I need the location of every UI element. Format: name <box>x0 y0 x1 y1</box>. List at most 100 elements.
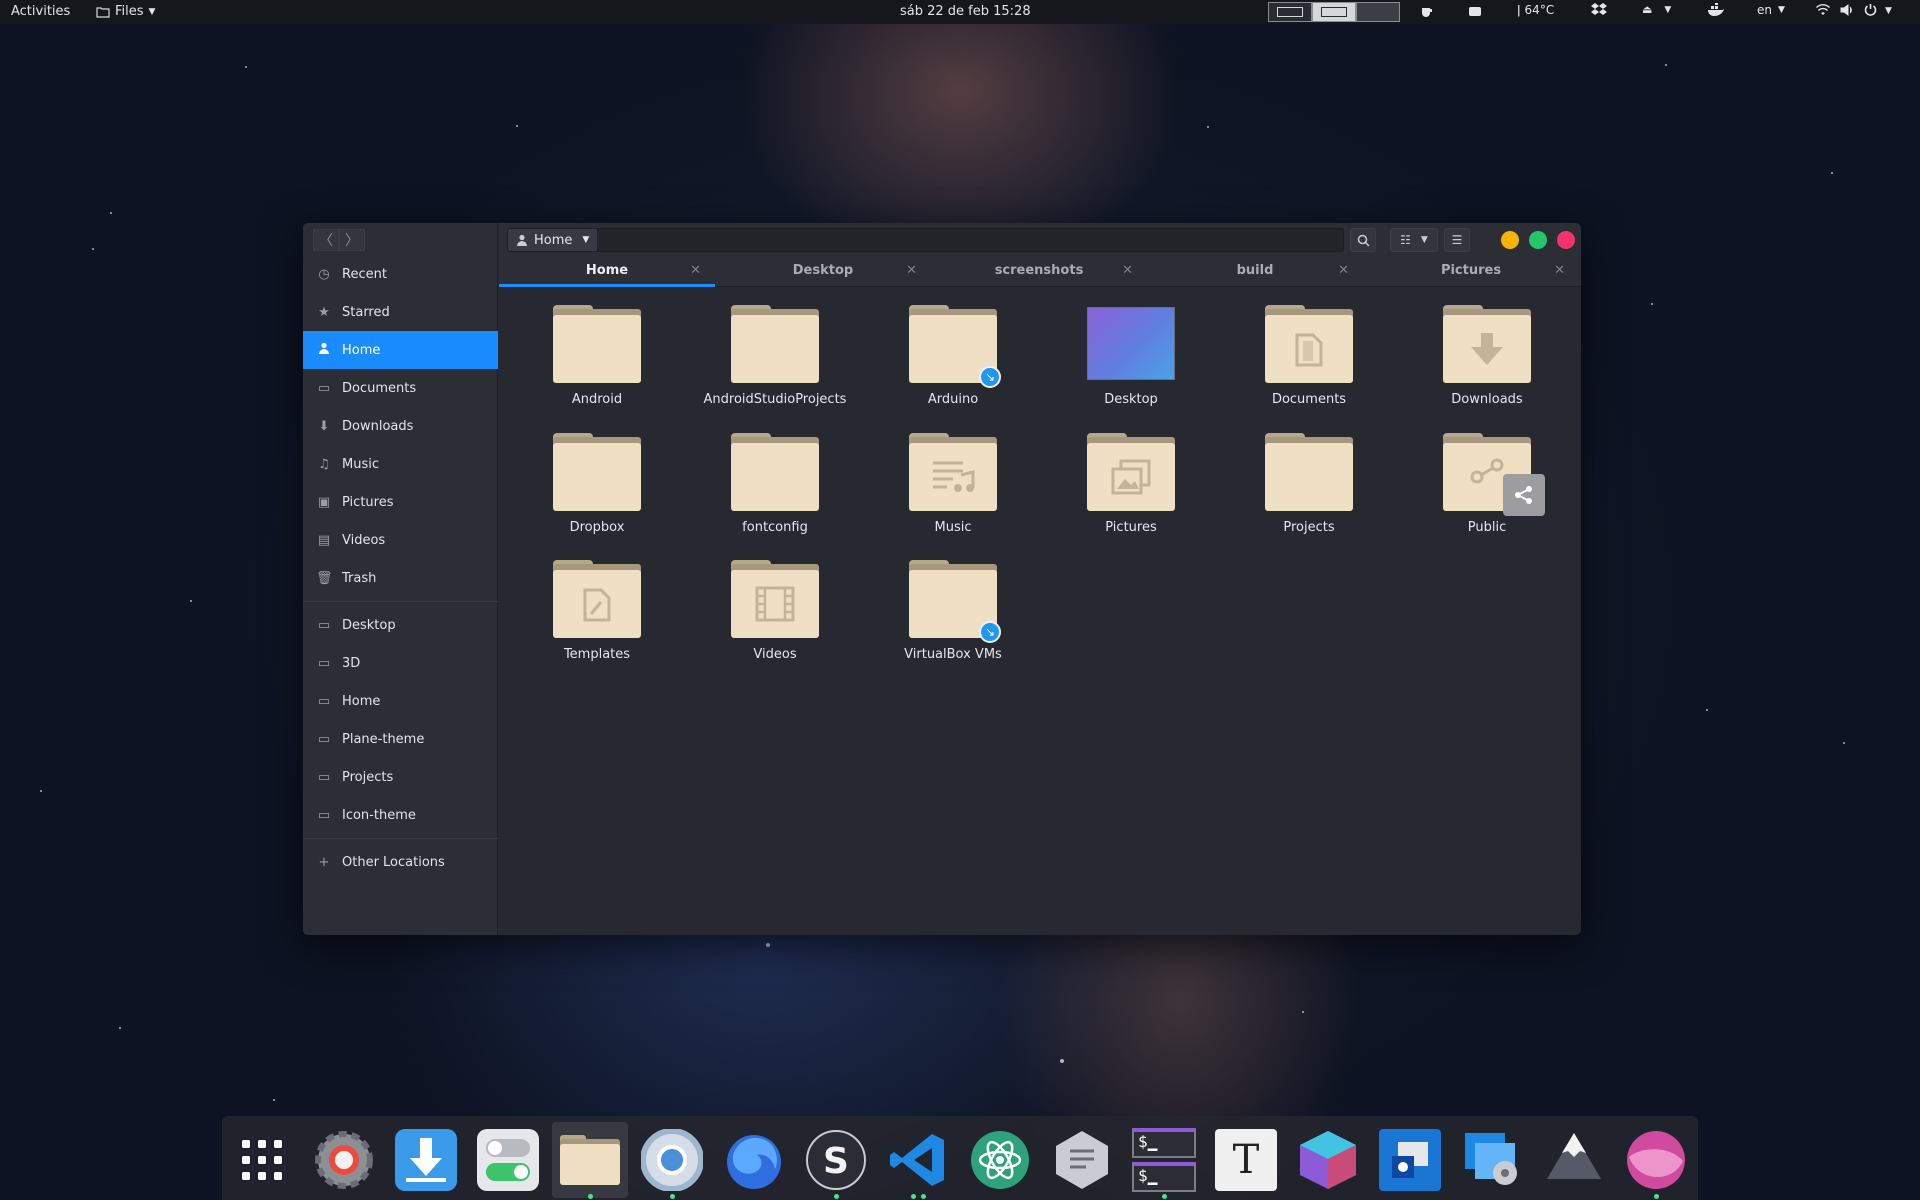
workspace-switcher[interactable] <box>1268 2 1400 22</box>
sidebar-item-bookmark-home[interactable]: ▭ Home <box>303 682 498 720</box>
tab-label: Home <box>585 263 629 278</box>
close-icon[interactable]: ✕ <box>690 263 701 278</box>
activities-button[interactable]: Activities <box>11 4 70 19</box>
chevron-down-icon: ▼ <box>1420 235 1428 245</box>
file-label: Dropbox <box>569 520 625 535</box>
file-item-dropbox[interactable]: Dropbox <box>522 415 672 535</box>
caffeine-icon[interactable] <box>1419 3 1435 19</box>
dock-app-software-installer[interactable] <box>388 1122 464 1198</box>
sidebar-item-bookmark-icon-theme[interactable]: ▭ Icon-theme <box>303 796 498 834</box>
desktop-thumbnail-icon <box>1087 307 1175 380</box>
tab-pictures[interactable]: Pictures ✕ <box>1363 255 1579 286</box>
file-item-android[interactable]: Android <box>522 287 672 407</box>
file-label: Arduino <box>927 392 979 407</box>
sidebar-item-label: Trash <box>342 570 377 586</box>
file-item-fontconfig[interactable]: fontconfig <box>700 415 850 535</box>
sidebar-item-other-locations[interactable]: + Other Locations <box>303 843 498 881</box>
downloads-folder-icon <box>1443 305 1531 383</box>
file-item-projects[interactable]: Projects <box>1234 415 1384 535</box>
dock-app-disk-usage[interactable] <box>1454 1122 1530 1198</box>
sidebar-item-music[interactable]: ♫ Music <box>303 445 498 483</box>
dock-app-tweaks[interactable] <box>470 1122 546 1198</box>
file-item-androidstudioprojects[interactable]: AndroidStudioProjects <box>700 287 850 407</box>
dropbox-icon[interactable] <box>1591 3 1607 17</box>
language-menu[interactable]: en ▼ <box>1757 3 1785 17</box>
search-button[interactable] <box>1350 228 1376 252</box>
file-item-pictures[interactable]: Pictures <box>1056 415 1206 535</box>
close-button[interactable] <box>1557 231 1575 249</box>
file-item-virtualbox-vms[interactable]: ↘ VirtualBox VMs <box>878 542 1028 662</box>
sidebar-item-bookmark-3d[interactable]: ▭ 3D <box>303 644 498 682</box>
dock-app-atom[interactable] <box>962 1122 1038 1198</box>
tab-desktop[interactable]: Desktop ✕ <box>715 255 931 286</box>
sidebar-item-pictures[interactable]: ▣ Pictures <box>303 483 498 521</box>
forward-button[interactable]: 〉 <box>339 229 365 251</box>
close-icon[interactable]: ✕ <box>906 263 917 278</box>
file-item-documents[interactable]: Documents <box>1234 287 1384 407</box>
sidebar-item-trash[interactable]: 🗑 Trash <box>303 559 498 597</box>
eject-menu[interactable]: ⏏ ▼ <box>1642 3 1671 16</box>
back-button[interactable]: 〈 <box>313 229 339 251</box>
path-bar[interactable]: Home ▼ <box>507 228 1344 252</box>
dock-app-firefox[interactable] <box>716 1122 792 1198</box>
close-icon[interactable]: ✕ <box>1338 263 1349 278</box>
close-icon[interactable]: ✕ <box>1122 263 1133 278</box>
dock-app-typora[interactable]: T <box>1208 1122 1284 1198</box>
sidebar-item-downloads[interactable]: ⬇ Downloads <box>303 407 498 445</box>
running-indicator <box>1654 1194 1659 1199</box>
dock-app-hexchat[interactable] <box>1044 1122 1120 1198</box>
clock[interactable]: sáb 22 de feb 15:28 <box>900 4 1031 19</box>
app-menu[interactable]: Files ▼ <box>96 4 155 19</box>
dock-app-lollypop[interactable] <box>1618 1122 1694 1199</box>
sidebar-item-home[interactable]: Home <box>303 331 498 369</box>
minimize-button[interactable] <box>1501 231 1519 249</box>
folder-icon <box>731 433 819 511</box>
dock-app-virtualbox[interactable] <box>1372 1122 1448 1198</box>
documents-folder-icon <box>1265 305 1353 383</box>
sidebar-item-bookmark-desktop[interactable]: ▭ Desktop <box>303 606 498 644</box>
workspace-2[interactable] <box>1312 2 1356 22</box>
file-item-music[interactable]: Music <box>878 415 1028 535</box>
sidebar-item-recent[interactable]: ◷ Recent <box>303 255 498 293</box>
docker-icon[interactable] <box>1707 3 1725 17</box>
sidebar-item-label: Videos <box>342 532 386 548</box>
sidebar-item-starred[interactable]: ★ Starred <box>303 293 498 331</box>
file-item-downloads[interactable]: Downloads <box>1412 287 1562 407</box>
file-item-public[interactable]: Public <box>1412 415 1562 535</box>
sidebar-item-documents[interactable]: ▭ Documents <box>303 369 498 407</box>
dock-app-vscode[interactable] <box>880 1122 956 1199</box>
sidebar-item-label: Pictures <box>342 494 394 510</box>
workspace-1[interactable] <box>1268 2 1312 22</box>
dock-app-inkscape[interactable] <box>1536 1122 1612 1198</box>
file-label: VirtualBox VMs <box>904 647 1002 662</box>
maximize-button[interactable] <box>1529 231 1547 249</box>
menu-button[interactable]: ☰ <box>1444 228 1470 252</box>
path-button-home[interactable]: Home ▼ <box>508 229 598 251</box>
eject-icon: ⏏ <box>1642 3 1653 16</box>
sidebar-item-videos[interactable]: ▤ Videos <box>303 521 498 559</box>
file-item-videos[interactable]: Videos <box>700 542 850 662</box>
file-item-templates[interactable]: Templates <box>522 542 672 662</box>
temperature-indicator[interactable]: ǀ 64°C <box>1517 3 1554 17</box>
night-light-icon[interactable] <box>1467 3 1483 19</box>
close-icon[interactable]: ✕ <box>1554 263 1565 278</box>
file-item-desktop[interactable]: Desktop <box>1056 287 1206 407</box>
dock-app-sublime[interactable]: S <box>798 1122 874 1199</box>
sidebar-item-bookmark-plane-theme[interactable]: ▭ Plane-theme <box>303 720 498 758</box>
dock-app-gtk-inspector[interactable] <box>1290 1122 1366 1198</box>
dock-app-files[interactable] <box>552 1122 628 1199</box>
file-item-arduino[interactable]: ↘ Arduino <box>878 287 1028 407</box>
tab-home[interactable]: Home ✕ <box>499 255 715 287</box>
download-icon: ⬇ <box>318 418 330 434</box>
settings-icon <box>315 1131 373 1189</box>
tab-build[interactable]: build ✕ <box>1147 255 1363 286</box>
tab-screenshots[interactable]: screenshots ✕ <box>931 255 1147 286</box>
sidebar-item-bookmark-projects[interactable]: ▭ Projects <box>303 758 498 796</box>
dock-app-chromium[interactable] <box>634 1122 710 1199</box>
system-menu[interactable]: ▼ <box>1816 3 1892 19</box>
workspace-3[interactable] <box>1356 2 1400 22</box>
app-grid-button[interactable] <box>224 1122 300 1198</box>
dock-app-terminal[interactable]: $▁ $▁ <box>1126 1122 1202 1199</box>
dock-app-settings[interactable] <box>306 1122 382 1198</box>
view-options-button[interactable]: ☷ ▼ <box>1390 228 1438 252</box>
